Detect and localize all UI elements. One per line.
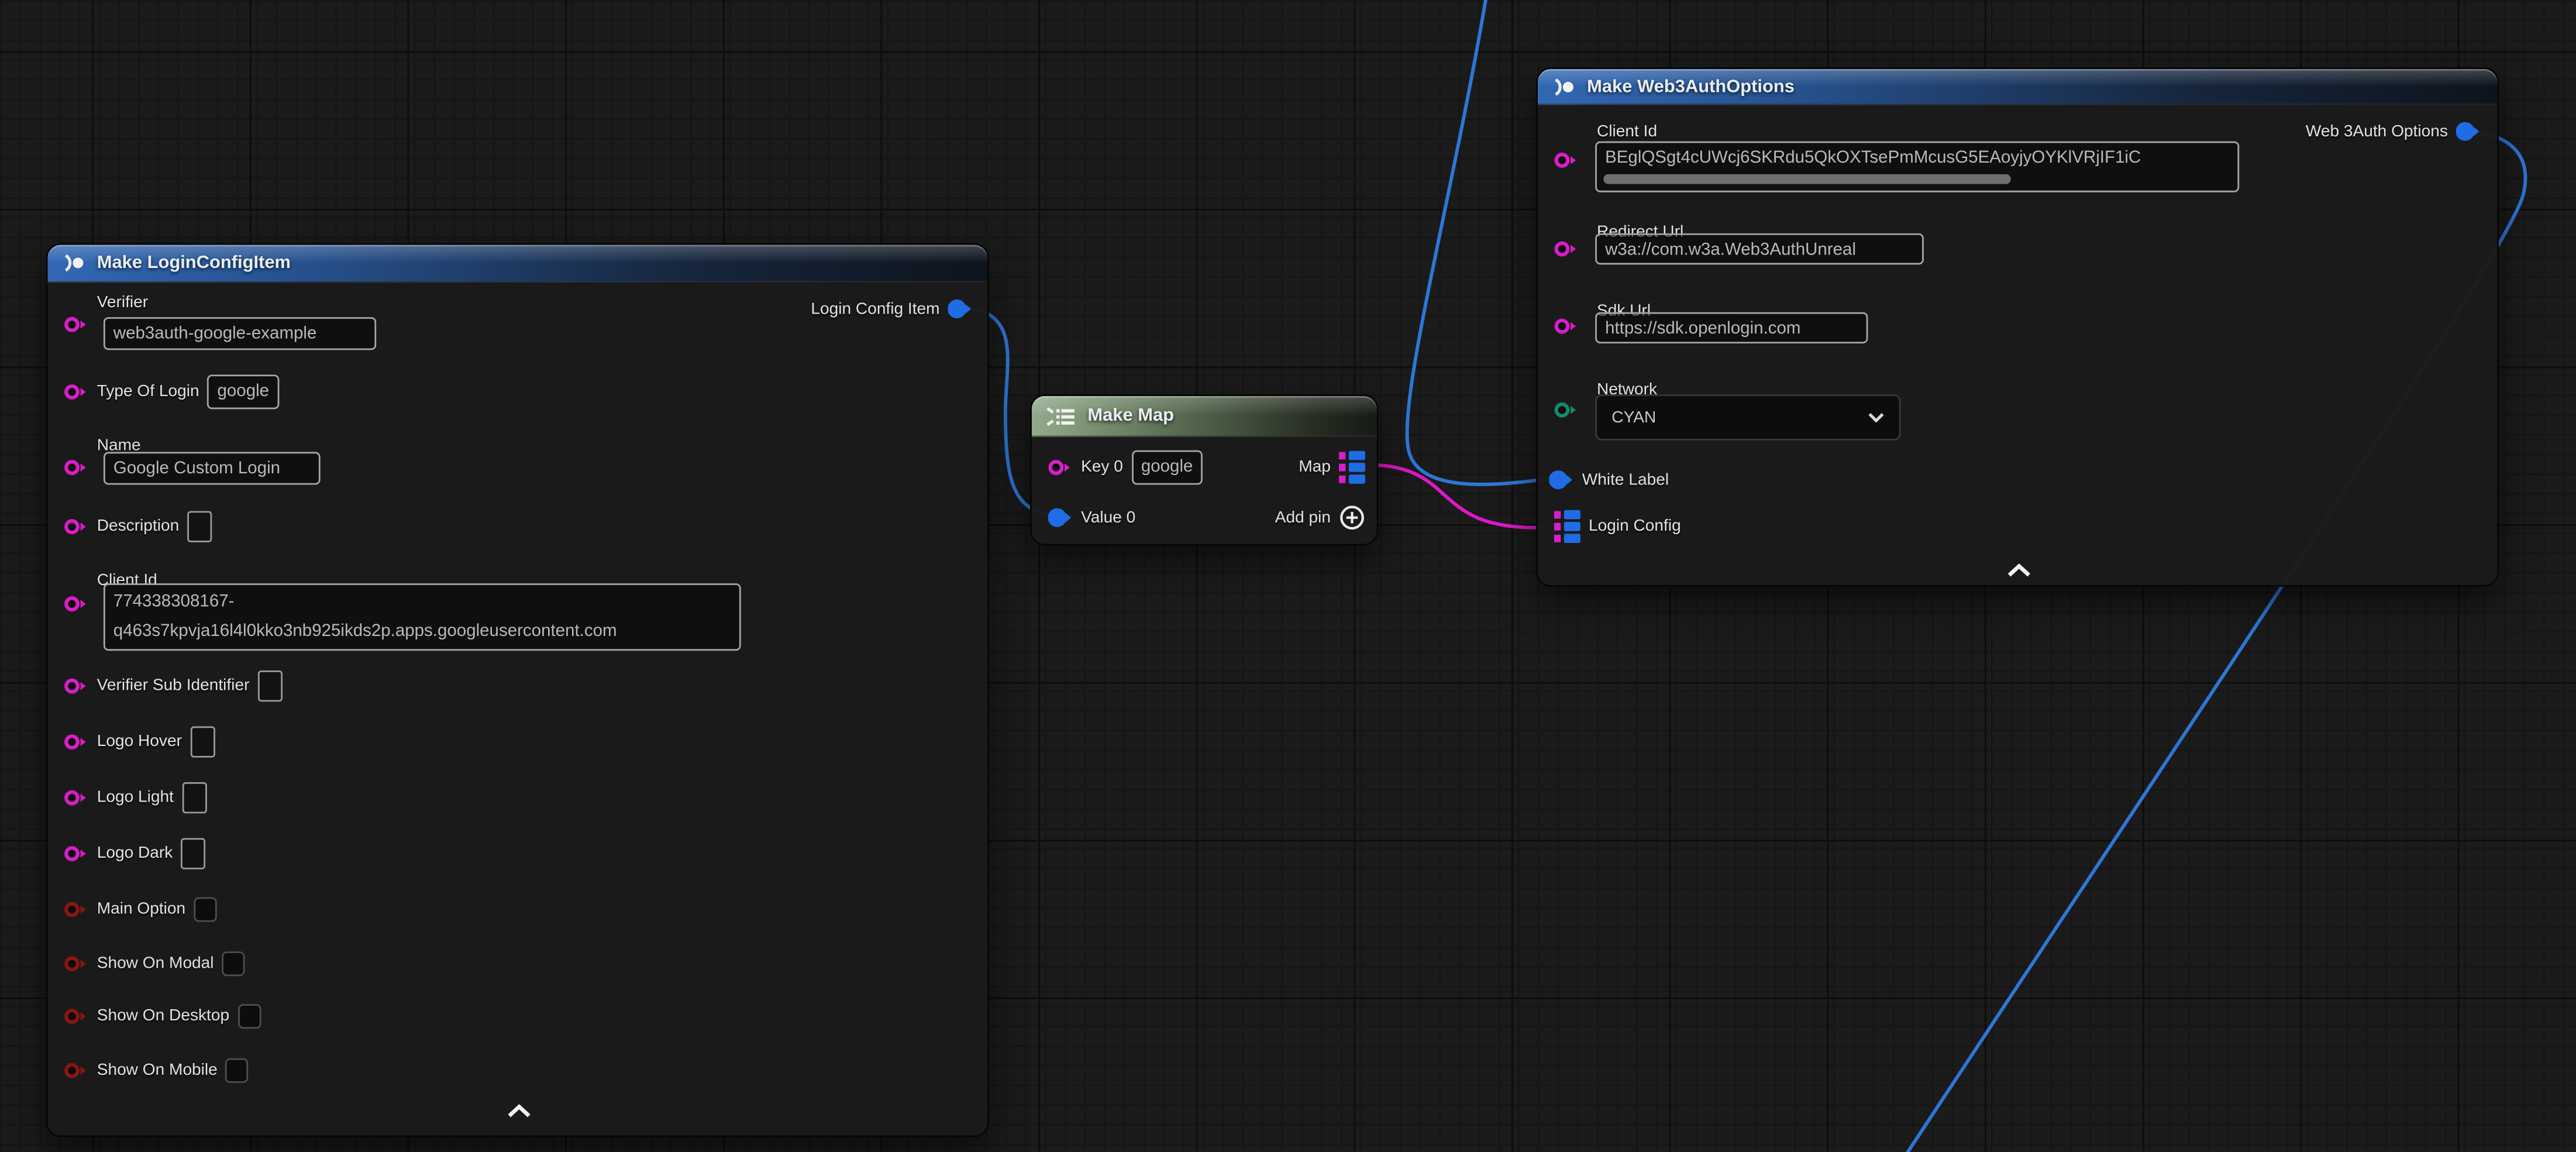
description-input[interactable] — [187, 510, 212, 541]
pin-label-logo-dark: Logo Dark — [97, 844, 173, 862]
output-label-map: Map — [1299, 458, 1331, 476]
pin-label-main-option: Main Option — [97, 900, 185, 918]
blueprint-canvas[interactable]: Make LoginConfigItem Verifier web3auth-g… — [0, 0, 2576, 1152]
output-label-web3auth-options: Web 3Auth Options — [2306, 122, 2448, 140]
main-option-checkbox[interactable] — [194, 896, 216, 921]
show-on-desktop-checkbox[interactable] — [237, 1003, 260, 1028]
pin-label-verifier: Verifier — [97, 293, 148, 311]
pin-label-client-id: Client Id — [1597, 122, 1657, 140]
pin-description[interactable] — [64, 517, 89, 535]
node-make-loginconfigitem[interactable]: Make LoginConfigItem Verifier web3auth-g… — [46, 243, 989, 1137]
key0-input[interactable]: google — [1131, 449, 1203, 484]
make-map-icon — [1045, 405, 1077, 427]
node-title: Make LoginConfigItem — [97, 253, 291, 273]
pin-verifier[interactable] — [64, 315, 89, 333]
pin-show-on-modal[interactable] — [64, 954, 89, 972]
show-on-mobile-checkbox[interactable] — [226, 1057, 249, 1082]
output-label-login-config-item: Login Config Item — [811, 300, 939, 318]
pin-label-logo-hover: Logo Hover — [97, 732, 182, 750]
pin-value0[interactable] — [1048, 508, 1073, 528]
client-id-scrollbar[interactable] — [1603, 174, 2011, 184]
collapse-node-button[interactable] — [2006, 563, 2032, 576]
pin-sdk-url[interactable] — [1554, 317, 1579, 335]
pin-output-web3auth-options[interactable] — [2456, 122, 2481, 142]
pin-white-label[interactable] — [1549, 470, 1574, 490]
network-dropdown[interactable]: CYAN — [1595, 394, 1900, 441]
show-on-modal-checkbox[interactable] — [222, 951, 245, 975]
node-title: Make Map — [1087, 406, 1174, 426]
wire-map-to-loginconfig[interactable] — [1377, 465, 1544, 528]
pin-label-verifier-sub-identifier: Verifier Sub Identifier — [97, 676, 250, 694]
pin-key0[interactable] — [1048, 458, 1073, 476]
pin-logo-hover[interactable] — [64, 732, 89, 750]
chevron-down-icon — [1868, 412, 1884, 422]
add-pin-label: Add pin — [1275, 508, 1331, 527]
network-dropdown-value: CYAN — [1611, 408, 1656, 427]
verifier-input[interactable]: web3auth-google-example — [104, 317, 376, 350]
pin-network[interactable] — [1554, 401, 1579, 419]
node-make-web3authoptions[interactable]: Make Web3AuthOptions Client Id Web 3Auth… — [1536, 67, 2499, 587]
client-id-input[interactable]: 774338308167- q463s7kpvja16l4l0kko3nb925… — [104, 583, 741, 651]
logo-dark-input[interactable] — [181, 837, 205, 868]
make-struct-icon — [1551, 77, 1577, 97]
pin-label-value0: Value 0 — [1081, 508, 1135, 527]
pin-label-login-config: Login Config — [1589, 517, 1681, 535]
pin-output-map[interactable] — [1339, 449, 1365, 484]
collapse-node-button[interactable] — [506, 1104, 532, 1117]
logo-light-input[interactable] — [182, 782, 206, 813]
pin-output-login-config-item[interactable] — [948, 299, 973, 319]
node-titlebar[interactable]: Make LoginConfigItem — [47, 245, 987, 283]
type-of-login-input[interactable]: google — [208, 374, 279, 408]
pin-label-type-of-login: Type Of Login — [97, 382, 199, 400]
pin-show-on-mobile[interactable] — [64, 1061, 89, 1079]
pin-label-show-on-mobile: Show On Mobile — [97, 1061, 218, 1079]
sdk-url-input[interactable]: https://sdk.openlogin.com — [1595, 312, 1868, 343]
node-titlebar[interactable]: Make Web3AuthOptions — [1538, 69, 2497, 105]
pin-client-id[interactable] — [1554, 151, 1579, 169]
pin-label-description: Description — [97, 517, 180, 535]
pin-name[interactable] — [64, 459, 89, 477]
client-id-input[interactable]: BEglQSgt4cUWcj6SKRdu5QkOXTsePmMcusG5EAoy… — [1595, 142, 2239, 192]
pin-show-on-desktop[interactable] — [64, 1006, 89, 1024]
redirect-url-input[interactable]: w3a://com.w3a.Web3AuthUnreal — [1595, 233, 1924, 264]
node-title: Make Web3AuthOptions — [1587, 77, 1795, 97]
pin-label-white-label: White Label — [1582, 471, 1669, 489]
add-pin-button[interactable] — [1339, 504, 1365, 531]
verifier-sub-identifier-input[interactable] — [257, 670, 282, 701]
make-struct-icon — [61, 253, 87, 273]
pin-redirect-url[interactable] — [1554, 240, 1579, 258]
pin-label-logo-light: Logo Light — [97, 788, 174, 806]
pin-label-show-on-desktop: Show On Desktop — [97, 1006, 229, 1024]
node-titlebar[interactable]: Make Map — [1032, 396, 1377, 437]
wire-top-to-whitelabel[interactable] — [1407, 0, 1553, 484]
pin-login-config[interactable] — [1554, 508, 1580, 543]
pin-label-show-on-modal: Show On Modal — [97, 954, 214, 972]
pin-main-option[interactable] — [64, 900, 89, 918]
logo-hover-input[interactable] — [190, 725, 215, 756]
name-input[interactable]: Google Custom Login — [104, 452, 321, 484]
pin-client-id[interactable] — [64, 595, 89, 613]
pin-logo-dark[interactable] — [64, 844, 89, 862]
pin-logo-light[interactable] — [64, 788, 89, 806]
pin-verifier-sub-identifier[interactable] — [64, 676, 89, 694]
pin-label-key0: Key 0 — [1081, 458, 1123, 476]
pin-type-of-login[interactable] — [64, 382, 89, 400]
node-make-map[interactable]: Make Map Key 0 google Map Value 0 Add pi… — [1030, 394, 1378, 545]
